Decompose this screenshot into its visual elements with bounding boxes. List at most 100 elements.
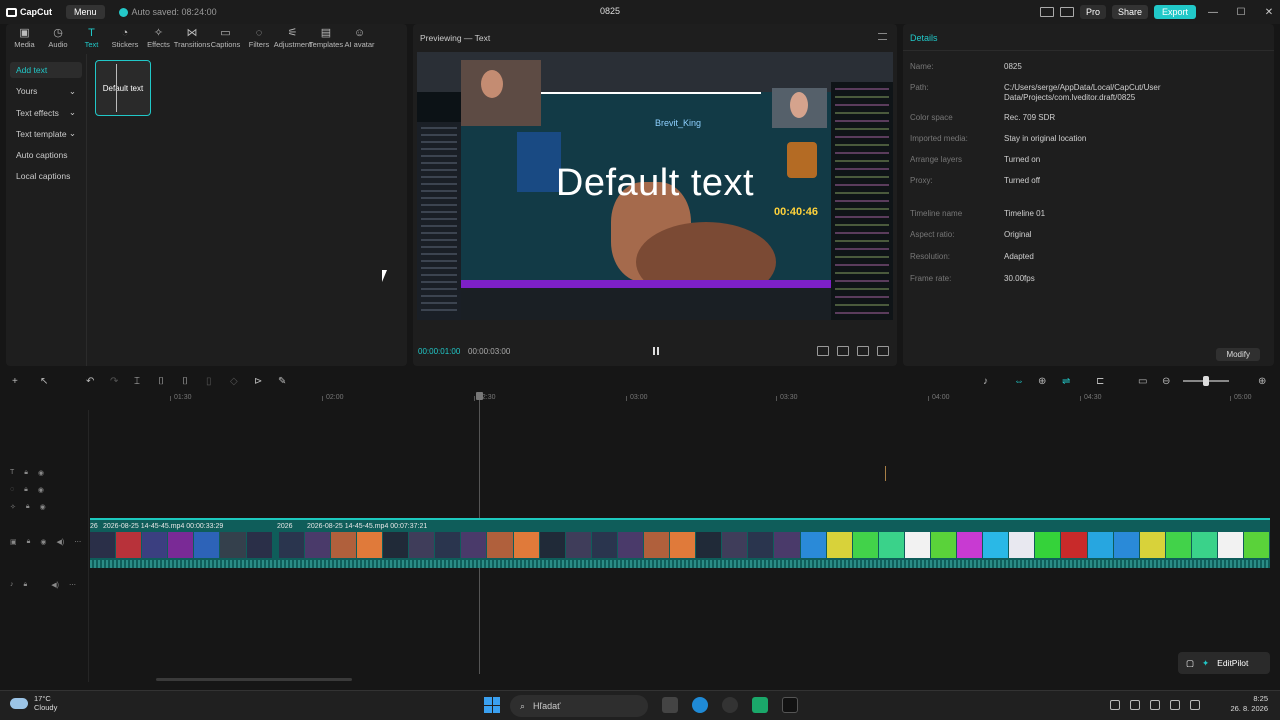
taskbar-clock[interactable]: 8:25 26. 8. 2026 (1230, 694, 1268, 714)
taskbar-search[interactable]: ⌕ Hľadať (510, 695, 648, 717)
close-icon[interactable]: ✕ (1258, 7, 1280, 18)
tab-audio[interactable]: ◷ Audio (42, 24, 75, 52)
tab-media[interactable]: ▣ Media (8, 24, 41, 52)
preview-panel: Previewing — Text Brevit_King 00:40:46 D… (413, 24, 897, 366)
tab-templates[interactable]: ▤ Templates (309, 24, 343, 52)
lock-icon[interactable]: 🔒︎ (24, 469, 28, 477)
clip-thumbnail (983, 532, 1010, 558)
preview-title: Previewing — Text (420, 33, 491, 43)
category-local-captions[interactable]: Local captions (10, 168, 82, 184)
auto-snap-icon[interactable]: ⇌ (1062, 376, 1070, 387)
freeze-icon[interactable]: ⊳ (254, 376, 262, 387)
crop-icon[interactable] (837, 346, 849, 356)
tab-text[interactable]: T Text (75, 24, 108, 52)
modify-button[interactable]: Modify (1216, 348, 1260, 361)
pause-icon[interactable] (653, 347, 659, 355)
lock-icon[interactable]: 🔒︎ (24, 581, 28, 589)
add-track-icon[interactable]: + (12, 376, 18, 387)
audio-marker[interactable] (885, 466, 886, 481)
preview-menu-icon[interactable] (878, 33, 887, 40)
task-view-icon[interactable] (662, 697, 678, 713)
layout-icon[interactable] (1039, 7, 1054, 17)
audio-icon[interactable]: ◀) (56, 538, 64, 546)
mic-icon[interactable] (1130, 700, 1140, 710)
battery-icon[interactable] (1190, 700, 1200, 710)
proxy-icon[interactable] (857, 346, 869, 356)
edge-icon[interactable] (692, 697, 708, 713)
text-categories: Add text Yours ⌄ Text effects ⌄ Text template… (10, 62, 82, 190)
tab-ai-avatar[interactable]: ☺ AI avatar (343, 24, 376, 52)
fullscreen-icon[interactable] (877, 346, 889, 356)
eye-icon[interactable]: ◉ (40, 503, 46, 511)
tab-adjustment[interactable]: ⚟ Adjustment (274, 24, 312, 52)
delete-icon[interactable]: ▯ (206, 376, 212, 387)
lock-icon[interactable]: 🔒︎ (24, 486, 28, 494)
capcut-taskbar-icon[interactable] (782, 697, 798, 713)
track-header-divider (88, 410, 89, 682)
weather-text: 17°C Cloudy (34, 694, 57, 712)
editpilot-button[interactable]: ▢ ✦ EditPilot (1178, 652, 1270, 674)
split-right-icon[interactable]: ⌷ (182, 376, 188, 387)
category-yours[interactable]: Yours ⌄ (10, 83, 82, 99)
weather-widget[interactable]: 17°C Cloudy (10, 694, 57, 712)
tab-captions[interactable]: ▭ Captions (209, 24, 242, 52)
volume-icon[interactable] (1170, 700, 1180, 710)
category-add-text[interactable]: Add text (10, 62, 82, 78)
editpilot-icon: ✦ (1202, 657, 1210, 668)
spotify-icon[interactable] (752, 697, 768, 713)
minimize-icon[interactable]: — (1202, 7, 1224, 18)
export-button[interactable]: Export (1153, 5, 1196, 19)
main-video-track[interactable]: 26 2026-08-25 14-45-45.mp4 00:00:33:29 2… (90, 518, 1271, 568)
audio-icon[interactable]: ◀) (51, 581, 59, 589)
windows-start-icon[interactable] (484, 697, 500, 713)
text-overlay[interactable]: Default text (417, 162, 893, 205)
obs-icon[interactable] (722, 697, 738, 713)
split-icon[interactable]: ⌶ (134, 376, 140, 387)
network-icon[interactable] (1150, 700, 1160, 710)
clip-thumbnail (1165, 532, 1192, 558)
category-text-effects[interactable]: Text effects ⌄ (10, 105, 82, 121)
snap-icon[interactable]: ⊕ (1038, 376, 1046, 387)
zoom-out-icon[interactable]: ⊖ (1162, 376, 1170, 387)
ratio-icon[interactable] (817, 346, 829, 356)
fit-icon[interactable]: ▭ (1138, 376, 1147, 387)
video-frame[interactable]: Brevit_King 00:40:46 Default text (417, 52, 893, 320)
category-text-template[interactable]: Text template ⌄ (10, 126, 82, 142)
lock-icon[interactable]: 🔒︎ (26, 503, 30, 511)
preview-axis-icon[interactable]: ⊏ (1096, 376, 1104, 387)
pro-button[interactable]: Pro (1079, 5, 1106, 19)
share-button[interactable]: Share (1111, 5, 1148, 19)
audio-waveform (90, 560, 1270, 568)
audio-track-controls: ♪ 🔒︎ ◀) ⋯ (10, 581, 76, 589)
category-auto-captions[interactable]: Auto captions (10, 147, 82, 163)
feedback-icon[interactable]: ▢ (1186, 658, 1194, 669)
split-left-icon[interactable]: ⌷ (158, 376, 164, 387)
timeline-scrollbar[interactable] (156, 678, 352, 681)
eye-icon[interactable]: ◉ (38, 469, 44, 477)
eye-icon[interactable]: ◉ (38, 486, 44, 494)
maximize-icon[interactable]: ☐ (1230, 7, 1252, 18)
playhead-handle[interactable] (476, 392, 483, 400)
default-text-card[interactable]: Default text (95, 60, 151, 116)
clock-date: 26. 8. 2026 (1230, 704, 1268, 713)
eye-icon[interactable]: ◉ (40, 538, 46, 546)
tab-stickers[interactable]: ◔ Stickers (109, 24, 142, 52)
tab-transitions[interactable]: ⋈ Transitions (174, 24, 210, 52)
zoom-in-icon[interactable]: ⊕ (1258, 376, 1266, 387)
tab-effects[interactable]: ✧ Effects (142, 24, 175, 52)
select-tool-icon[interactable]: ↖ (40, 376, 48, 387)
shortcuts-icon[interactable] (1059, 7, 1074, 17)
timeline-ruler[interactable]: 01:30 02:00 02:30 03:00 03:30 04:00 04:30 05:00 (90, 390, 1280, 406)
zoom-knob[interactable] (1203, 376, 1209, 386)
more-icon[interactable]: ⋯ (69, 581, 76, 589)
chevron-up-icon[interactable] (1110, 700, 1120, 710)
link-icon[interactable]: ⇔ (1014, 376, 1024, 387)
shield-icon[interactable]: ◇ (230, 376, 238, 387)
lock-icon[interactable]: 🔒︎ (27, 538, 31, 546)
redo-icon[interactable]: ↷ (110, 376, 118, 387)
more-icon[interactable]: ⋯ (74, 538, 81, 546)
tab-filters[interactable]: ◌ Filters (243, 24, 276, 52)
microphone-icon[interactable]: ♪ (983, 376, 988, 387)
undo-icon[interactable]: ↶ (86, 376, 94, 387)
draw-icon[interactable]: ✎ (278, 376, 286, 387)
